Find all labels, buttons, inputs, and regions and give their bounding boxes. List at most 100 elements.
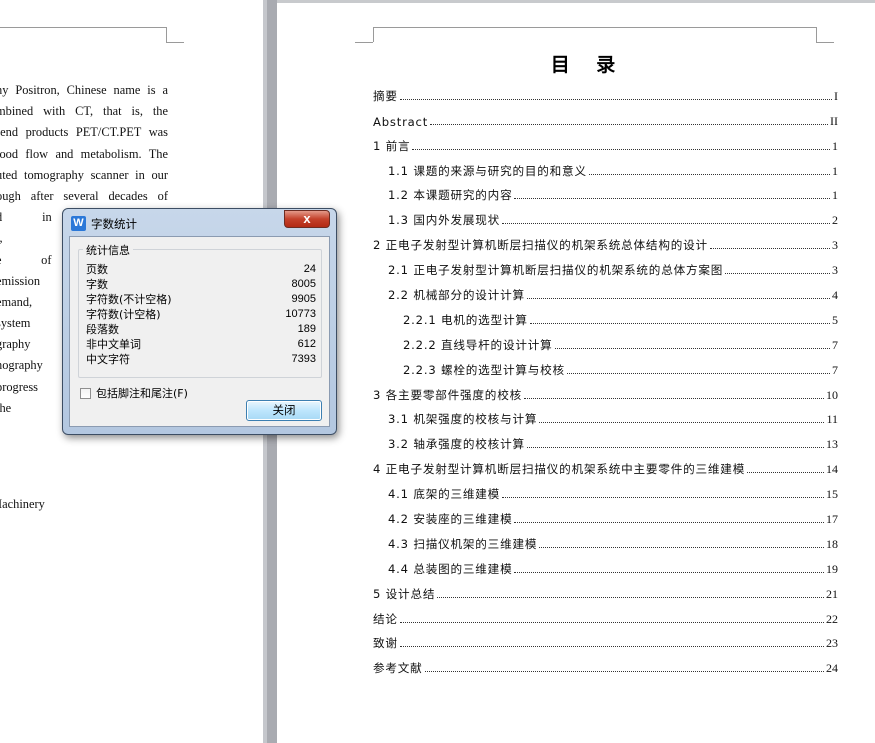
toc-entry[interactable]: 4.1 底架的三维建模 15 (373, 477, 838, 502)
left-text-line: uted tomography scanner in our (0, 167, 168, 182)
toc-leader-dots (399, 98, 832, 100)
toc-entry-page: 19 (826, 561, 838, 576)
toc-leader-dots (399, 621, 824, 623)
stat-row: 段落数 189 (86, 322, 316, 337)
toc-entry-page: 23 (826, 636, 838, 651)
toc-entry[interactable]: 1 前言 1 (373, 129, 838, 154)
toc-entry[interactable]: 3.2 轴承强度的校核计算 13 (373, 427, 838, 452)
toc-leader-dots (566, 372, 830, 374)
stat-value: 8005 (291, 278, 316, 290)
stat-value: 7393 (291, 353, 316, 365)
toc-entry-title: 摘要 (373, 88, 398, 103)
word-count-dialog: W 字数统计 x 统计信息 页数 24 字数 8005 字符数(不计空格) 9905 字符数… (62, 208, 337, 435)
toc-entry[interactable]: 1.1 课题的来源与研究的目的和意义 1 (373, 154, 838, 179)
toc-entry[interactable]: 3 各主要零部件强度的校核 10 (373, 378, 838, 403)
close-icon[interactable]: x (284, 210, 330, 228)
toc-leader-dots (399, 646, 824, 648)
toc-entry[interactable]: 1.2 本课题研究的内容 1 (373, 179, 838, 204)
stat-row: 页数 24 (86, 262, 316, 277)
statistics-list: 页数 24 字数 8005 字符数(不计空格) 9905 字符数(计空格) 10773 段落数 1… (86, 262, 316, 367)
toc-entry-title: 2.2.1 电机的选型计算 (403, 312, 528, 327)
toc-leader-dots (514, 522, 824, 524)
toc-entry-title: 2.2 机械部分的设计计算 (388, 288, 525, 303)
toc-entry-title: 4.2 安装座的三维建模 (388, 512, 513, 527)
left-text-line: mbined with CT, that is, the (0, 104, 168, 119)
stat-label: 非中文单词 (86, 338, 141, 351)
stat-value: 612 (297, 338, 316, 350)
toc-entry-page: 7 (832, 337, 838, 352)
toc-entry[interactable]: 4.4 总装图的三维建模 19 (373, 552, 838, 577)
toc-entry-title: 3.2 轴承强度的校核计算 (388, 437, 525, 452)
toc-entry-title: 2 正电子发射型计算机断层扫描仪的机架系统总体结构的设计 (373, 238, 708, 253)
toc-entry-title: 4.3 扫描仪机架的三维建模 (388, 536, 538, 551)
toc-list: 摘要 I Abstract II 1 前言 1 1.1 课题的来源与研究的目的和意义 1 1.2… (373, 79, 838, 676)
toc-entry[interactable]: 1.3 国内外发展现状 2 (373, 203, 838, 228)
toc-entry-title: Abstract (373, 114, 429, 129)
toc-entry[interactable]: 2 正电子发射型计算机断层扫描仪的机架系统总体结构的设计 3 (373, 228, 838, 253)
toc-entry-title: 4.1 底架的三维建模 (388, 487, 501, 502)
toc-entry-page: 15 (826, 487, 838, 502)
stat-row: 字符数(不计空格) 9905 (86, 292, 316, 307)
include-footnotes-checkbox[interactable] (80, 387, 91, 399)
stat-label: 段落数 (86, 323, 119, 336)
toc-entry[interactable]: 4.3 扫描仪机架的三维建模 18 (373, 527, 838, 552)
close-button[interactable]: 关闭 (246, 400, 322, 421)
include-footnotes-option[interactable]: 包括脚注和尾注(F) (80, 385, 188, 401)
toc-leader-dots (430, 123, 828, 125)
stat-value: 24 (303, 263, 316, 275)
toc-entry[interactable]: 致谢 23 (373, 627, 838, 652)
toc-entry-page: 4 (832, 288, 838, 303)
toc-entry-title: 致谢 (373, 636, 398, 651)
toc-entry[interactable]: 2.2 机械部分的设计计算 4 (373, 278, 838, 303)
left-text-line: -end products PET/CT.PET was (0, 125, 168, 140)
toc-entry[interactable]: 4 正电子发射型计算机断层扫描仪的机架系统中主要零件的三维建模 14 (373, 452, 838, 477)
toc-entry-page: 22 (826, 611, 838, 626)
toc-entry-page: 1 (832, 138, 838, 153)
toc-leader-dots (524, 397, 824, 399)
toc-entry-title: 1.2 本课题研究的内容 (388, 188, 513, 203)
stat-value: 10773 (285, 308, 316, 320)
toc-leader-dots (526, 447, 824, 449)
toc-leader-dots (424, 671, 824, 673)
toc-entry[interactable]: 结论 22 (373, 602, 838, 627)
toc-entry[interactable]: 摘要 I (373, 79, 838, 104)
left-header-rule (0, 27, 166, 28)
stat-value: 9905 (291, 293, 316, 305)
toc-entry-page: 10 (826, 387, 838, 402)
stat-label: 字符数(不计空格) (86, 293, 172, 306)
toc-entry-page: 11 (826, 412, 838, 427)
left-text-line: lood flow and metabolism. The (0, 146, 168, 161)
left-margin-corner-h (166, 42, 184, 43)
toc-leader-dots (502, 497, 824, 499)
toc-entry[interactable]: Abstract II (373, 104, 838, 129)
toc-entry[interactable]: 2.2.3 螺栓的选型计算与校核 7 (373, 353, 838, 378)
toc-entry[interactable]: 5 设计总结 21 (373, 577, 838, 602)
left-text-line: hy Positron, Chinese name is a (0, 83, 168, 97)
toc-leader-dots (747, 472, 824, 474)
dialog-body: 统计信息 页数 24 字数 8005 字符数(不计空格) 9905 字符数(计空格) 1077… (69, 236, 330, 427)
stat-row: 字符数(计空格) 10773 (86, 307, 316, 322)
toc-entry[interactable]: 2.1 正电子发射型计算机断层扫描仪的机架系统的总体方案图 3 (373, 253, 838, 278)
toc-leader-dots (437, 596, 824, 598)
toc-entry[interactable]: 3.1 机架强度的校核与计算 11 (373, 403, 838, 428)
toc-entry-title: 4.4 总装图的三维建模 (388, 561, 513, 576)
include-footnotes-label[interactable]: 包括脚注和尾注(F) (96, 385, 188, 401)
toc-leader-dots (588, 173, 830, 175)
right-header-rule (373, 27, 816, 28)
toc-entry[interactable]: 参考文献 24 (373, 651, 838, 676)
toc-entry-page: 13 (826, 437, 838, 452)
stat-label: 字符数(计空格) (86, 308, 161, 321)
left-margin-corner-v (166, 27, 167, 42)
toc-entry-title: 5 设计总结 (373, 586, 436, 601)
stat-label: 页数 (86, 263, 108, 276)
toc-entry[interactable]: 4.2 安装座的三维建模 17 (373, 502, 838, 527)
toc-leader-dots (526, 298, 830, 300)
toc-entry-page: 17 (826, 512, 838, 527)
toc-entry[interactable]: 2.2.1 电机的选型计算 5 (373, 303, 838, 328)
dialog-titlebar[interactable]: W 字数统计 x (63, 209, 336, 235)
left-footer-text: Iachinery (0, 497, 45, 511)
left-text-line: ough after several decades of (0, 188, 168, 203)
toc-entry[interactable]: 2.2.2 直线导杆的设计计算 7 (373, 328, 838, 353)
toc-leader-dots (502, 223, 830, 225)
toc-entry-title: 3.1 机架强度的校核与计算 (388, 412, 538, 427)
